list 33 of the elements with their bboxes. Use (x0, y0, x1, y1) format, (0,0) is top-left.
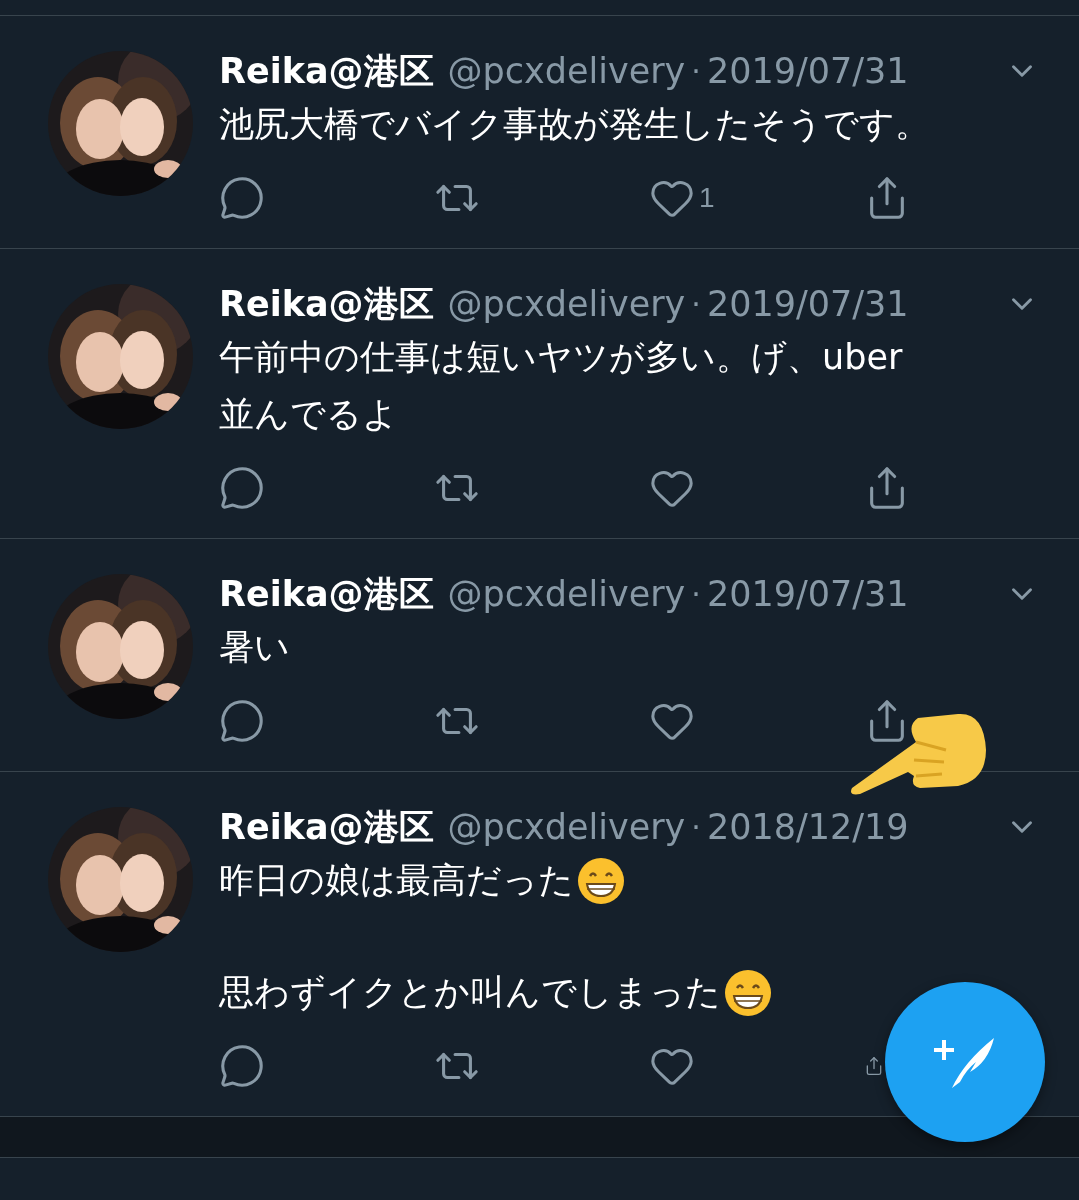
tweet-text: 池尻大橋でバイク事故が発生したそうです。 (219, 103, 930, 146)
like-button[interactable]: 1 (649, 175, 715, 221)
reply-button[interactable] (219, 1043, 265, 1089)
reply-button[interactable] (219, 698, 265, 744)
reply-icon (219, 465, 265, 511)
reply-icon (219, 698, 265, 744)
tweet-date: 2019/07/31 (706, 51, 909, 91)
display-name: Reika@港区 (219, 572, 434, 616)
tweet-text: 思わずイクとか叫んでしまった (219, 971, 721, 1014)
user-handle: @pcxdelivery (447, 51, 686, 91)
tweet-date: 2019/07/31 (706, 574, 909, 614)
reply-icon (219, 175, 265, 221)
separator-dot: · (691, 809, 701, 845)
display-name: Reika@港区 (219, 282, 434, 326)
tweet-date: 2018/12/19 (706, 807, 909, 847)
grinning-face-icon (576, 855, 626, 906)
tweet-text: 昨日の娘は最高だった (219, 859, 574, 902)
tweet-text: 午前中の仕事は短いヤツが多い。げ、uber (219, 336, 903, 379)
user-handle: @pcxdelivery (447, 807, 686, 847)
reply-icon (219, 1043, 265, 1089)
separator-dot: · (691, 576, 701, 612)
user-handle: @pcxdelivery (447, 284, 686, 324)
user-handle: @pcxdelivery (447, 574, 686, 614)
tweet-text: 暑い (219, 626, 290, 669)
display-name: Reika@港区 (219, 49, 434, 93)
tweet-date: 2019/07/31 (706, 284, 909, 324)
tweet-text: 並んでるよ (219, 393, 398, 436)
reply-button[interactable] (219, 465, 265, 511)
grinning-face-icon (723, 967, 773, 1018)
separator-dot: · (691, 286, 701, 322)
display-name: Reika@港区 (219, 805, 434, 849)
reply-button[interactable] (219, 175, 265, 221)
separator-dot: · (691, 53, 701, 89)
